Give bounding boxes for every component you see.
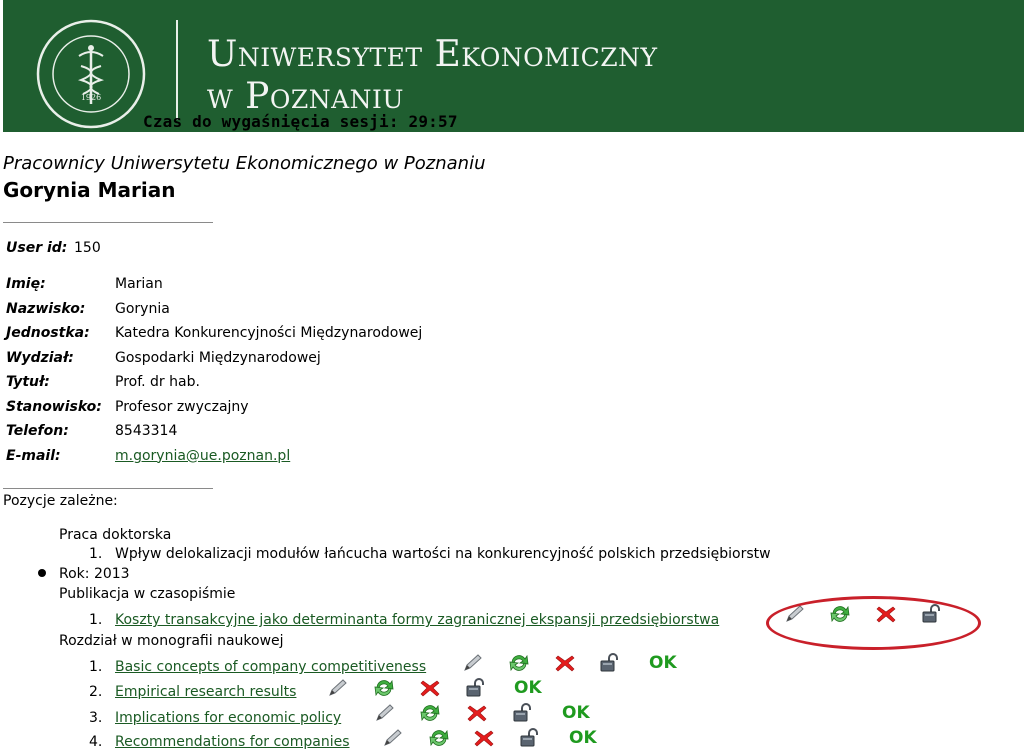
item-number: 4. <box>89 734 103 750</box>
person-info-table: User id: 150 <box>3 228 104 268</box>
refresh-icon[interactable] <box>427 728 451 748</box>
info-value: 8543314 <box>115 423 178 440</box>
info-value: Gorynia <box>115 300 170 317</box>
svg-text:1926: 1926 <box>81 93 101 102</box>
highlight-oval <box>766 596 981 650</box>
status-ok: OK <box>514 678 542 698</box>
status-ok: OK <box>649 653 677 673</box>
info-label: Telefon: <box>6 423 69 440</box>
person-name: Gorynia Marian <box>3 178 176 202</box>
email-link[interactable]: m.gorynia@ue.poznan.pl <box>115 448 290 464</box>
info-row-position: Stanowisko: Profesor zwyczajny <box>3 395 425 420</box>
info-value: Marian <box>115 276 163 293</box>
info-value: 150 <box>74 240 101 256</box>
info-label: Stanowisko: <box>6 398 102 415</box>
list-bullet <box>38 569 46 577</box>
university-name: Uniwersytet Ekonomiczny w Poznaniu <box>207 34 658 118</box>
list-item: 3. Implications for economic policy <box>89 710 341 726</box>
list-item: 2. Empirical research results <box>89 684 296 700</box>
divider-top <box>3 222 213 223</box>
info-label: Imię: <box>6 276 46 293</box>
edit-pencil-icon[interactable] <box>461 653 485 673</box>
group-title-journal: Publikacja w czasopiśmie <box>59 586 236 602</box>
info-row-faculty: Wydział: Gospodarki Międzynarodowej <box>3 346 425 371</box>
publication-link[interactable]: Koszty transakcyjne jako determinanta fo… <box>115 612 719 628</box>
info-row-user-id: User id: 150 <box>3 228 104 268</box>
delete-x-icon[interactable] <box>418 678 442 698</box>
info-label: Jednostka: <box>6 325 90 342</box>
info-row-title: Tytuł: Prof. dr hab. <box>3 370 425 395</box>
refresh-icon[interactable] <box>372 678 396 698</box>
info-value: Gospodarki Międzynarodowej <box>115 349 321 366</box>
info-row-last-name: Nazwisko: Gorynia <box>3 297 425 322</box>
info-row-email: E-mail: m.gorynia@ue.poznan.pl <box>3 444 425 469</box>
chapter-link[interactable]: Basic concepts of company competitivenes… <box>115 659 426 675</box>
info-label: Nazwisko: <box>6 300 86 317</box>
refresh-icon[interactable] <box>418 703 442 723</box>
dependencies-heading: Pozycje zależne: <box>3 493 118 509</box>
info-row-first-name: Imię: Marian <box>3 272 425 297</box>
unlock-icon[interactable] <box>464 678 488 698</box>
item-number: 1. <box>89 612 103 628</box>
header-divider <box>176 20 178 120</box>
info-value: Prof. dr hab. <box>115 374 200 391</box>
chapter-link[interactable]: Empirical research results <box>115 684 296 700</box>
chapter-link[interactable]: Implications for economic policy <box>115 710 341 726</box>
list-item: 1. Koszty transakcyjne jako determinanta … <box>89 612 719 628</box>
university-seal-icon: 1926 <box>36 19 146 129</box>
info-label: Wydział: <box>6 349 74 366</box>
info-label: Tytuł: <box>6 374 50 391</box>
unlock-icon[interactable] <box>598 653 622 673</box>
item-number: 1. <box>89 659 103 675</box>
item-number: 1. <box>89 546 103 562</box>
year-label: Rok: 2013 <box>59 566 130 582</box>
edit-pencil-icon[interactable] <box>381 728 405 748</box>
delete-x-icon[interactable] <box>472 728 496 748</box>
item-number: 2. <box>89 684 103 700</box>
info-value: Profesor zwyczajny <box>115 398 249 415</box>
info-value: Katedra Konkurencyjności Międzynarodowej <box>115 325 423 342</box>
item-number: 3. <box>89 710 103 726</box>
info-row-phone: Telefon: 8543314 <box>3 419 425 444</box>
unlock-icon[interactable] <box>518 728 542 748</box>
edit-pencil-icon[interactable] <box>326 678 350 698</box>
list-item: 4. Recommendations for companies <box>89 734 350 750</box>
session-timer: Czas do wygaśnięcia sesji: 29:57 <box>143 112 458 131</box>
group-title-monograph: Rozdział w monografii naukowej <box>59 633 284 649</box>
item-title: Wpływ delokalizacji modułów łańcucha war… <box>115 546 771 562</box>
delete-x-icon[interactable] <box>553 653 577 673</box>
edit-pencil-icon[interactable] <box>373 703 397 723</box>
status-ok: OK <box>562 703 590 723</box>
org-title: Pracownicy Uniwersytetu Ekonomicznego w … <box>3 153 486 174</box>
list-item: 1. Basic concepts of company competitiven… <box>89 659 426 675</box>
delete-x-icon[interactable] <box>465 703 489 723</box>
unlock-icon[interactable] <box>511 703 535 723</box>
divider-bottom <box>3 488 213 489</box>
status-ok: OK <box>569 728 597 748</box>
list-item: 1. Wpływ delokalizacji modułów łańcucha w… <box>89 546 771 562</box>
person-details-table: Imię: Marian Nazwisko: Gorynia Jednostka: K… <box>3 272 425 468</box>
university-name-line1: Uniwersytet Ekonomiczny <box>207 34 658 75</box>
group-title-phd: Praca doktorska <box>59 527 172 543</box>
refresh-icon[interactable] <box>507 653 531 673</box>
info-label: E-mail: <box>6 447 61 464</box>
info-label: User id: <box>6 240 68 256</box>
info-row-unit: Jednostka: Katedra Konkurencyjności Międz… <box>3 321 425 346</box>
chapter-link[interactable]: Recommendations for companies <box>115 734 350 750</box>
